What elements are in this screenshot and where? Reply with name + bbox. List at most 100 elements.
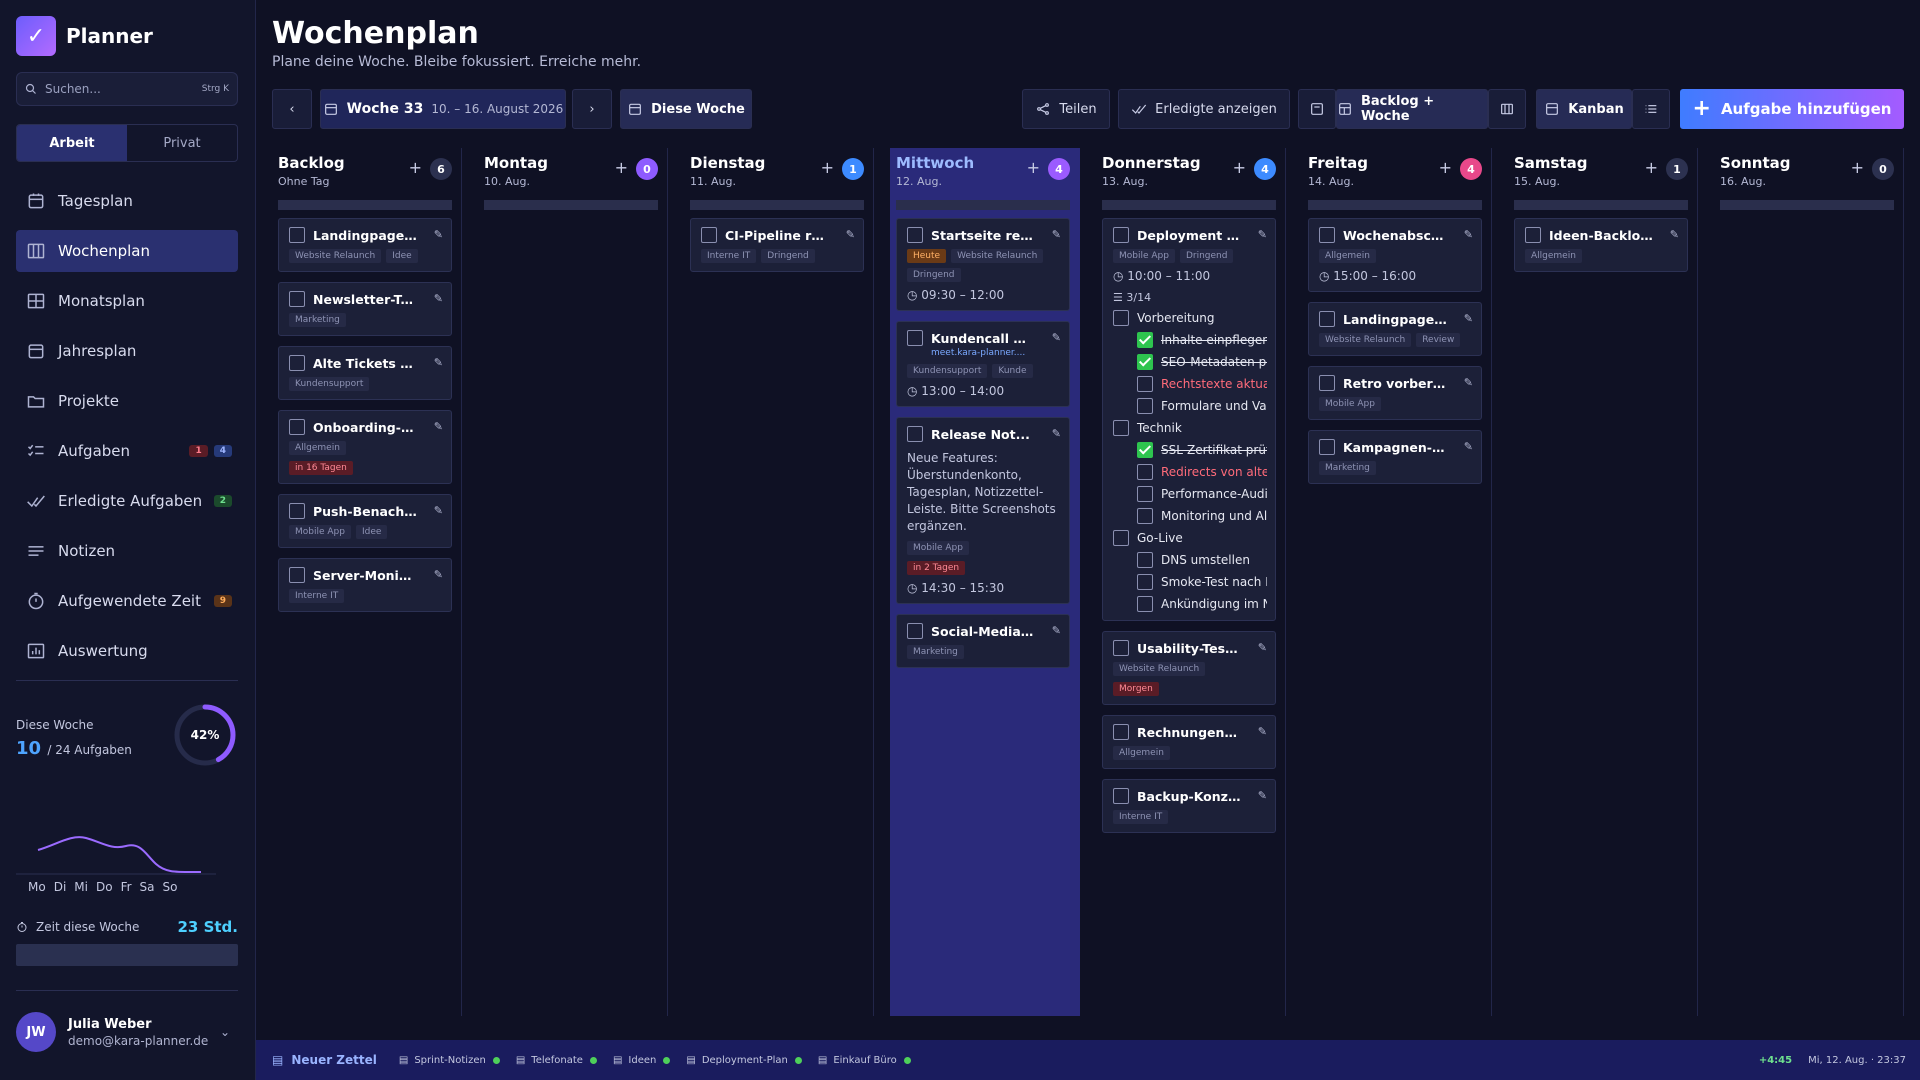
edit-icon[interactable]: ✎ xyxy=(846,228,855,241)
task-card[interactable]: Ideen-Backlog a... ✎ Allgemein xyxy=(1514,218,1688,272)
task-card[interactable]: Push-Benachric... ✎ Mobile App Idee xyxy=(278,494,452,548)
subtask-checkbox[interactable] xyxy=(1113,310,1129,326)
subtask-item[interactable]: Vorbereitung xyxy=(1113,310,1267,326)
task-card[interactable]: Social-Media-Po... ✎ Marketing xyxy=(896,614,1070,668)
task-checkbox[interactable] xyxy=(289,419,305,435)
subtask-item[interactable]: Go-Live xyxy=(1113,530,1267,546)
meeting-link[interactable]: meet.kara-planner.... xyxy=(931,348,1061,358)
column-dropzone[interactable] xyxy=(690,200,864,210)
subtask-checkbox[interactable] xyxy=(1137,332,1153,348)
sidebar-item-erledigte-aufgaben[interactable]: Erledigte Aufgaben 2 xyxy=(16,480,238,522)
sidebar-item-wochenplan[interactable]: Wochenplan xyxy=(16,230,238,272)
task-checkbox[interactable] xyxy=(289,567,305,583)
task-checkbox[interactable] xyxy=(1319,439,1335,455)
task-card[interactable]: Alte Tickets arc... ✎ Kundensupport xyxy=(278,346,452,400)
edit-icon[interactable]: ✎ xyxy=(1464,440,1473,453)
add-to-column-button[interactable]: + xyxy=(1851,158,1864,177)
edit-icon[interactable]: ✎ xyxy=(1258,228,1267,241)
sidebar-item-aufgaben[interactable]: Aufgaben 1 4 xyxy=(16,430,238,472)
subtask-checkbox[interactable] xyxy=(1137,354,1153,370)
note-tab[interactable]: ▤ Deployment-Plan xyxy=(686,1055,802,1066)
subtask-checkbox[interactable] xyxy=(1113,420,1129,436)
edit-icon[interactable]: ✎ xyxy=(1052,228,1061,241)
user-profile[interactable]: JW Julia Weber demo@kara-planner.de ⌄ xyxy=(16,1012,238,1052)
subtask-item[interactable]: DNS umstellen xyxy=(1113,552,1267,568)
column-dropzone[interactable] xyxy=(896,200,1070,210)
task-checkbox[interactable] xyxy=(289,355,305,371)
task-checkbox[interactable] xyxy=(907,426,923,442)
task-checkbox[interactable] xyxy=(1113,788,1129,804)
backlog-view-button[interactable] xyxy=(1298,89,1336,129)
column-dropzone[interactable] xyxy=(1514,200,1688,210)
add-to-column-button[interactable]: + xyxy=(1027,158,1040,177)
subtask-item[interactable]: Redirects von alten U xyxy=(1113,464,1267,480)
task-checkbox[interactable] xyxy=(1319,311,1335,327)
task-checkbox[interactable] xyxy=(701,227,717,243)
edit-icon[interactable]: ✎ xyxy=(1258,725,1267,738)
task-card[interactable]: Wochenabschlu... ✎ Allgemein ◷ 15:00 – 16… xyxy=(1308,218,1482,292)
subtask-checkbox[interactable] xyxy=(1137,464,1153,480)
add-to-column-button[interactable]: + xyxy=(615,158,628,177)
next-week-button[interactable]: › xyxy=(572,89,612,129)
task-card[interactable]: Release Not... ✎ Neue Features: Überstun… xyxy=(896,417,1070,604)
edit-icon[interactable]: ✎ xyxy=(434,356,443,369)
column-dropzone[interactable] xyxy=(1720,200,1894,210)
add-to-column-button[interactable]: + xyxy=(821,158,834,177)
subtask-checkbox[interactable] xyxy=(1137,552,1153,568)
subtask-item[interactable]: SSL-Zertifikat prüfer xyxy=(1113,442,1267,458)
task-card[interactable]: Kundencall Pfalz... ✎ meet.kara-planner.… xyxy=(896,321,1070,407)
subtask-checkbox[interactable] xyxy=(1137,398,1153,414)
task-checkbox[interactable] xyxy=(1113,227,1129,243)
kanban-view-button[interactable]: Kanban xyxy=(1536,89,1632,129)
task-card[interactable]: Retro vorbereiten ✎ Mobile App xyxy=(1308,366,1482,420)
task-card[interactable]: Startseite respo... ✎ Heute Website Relau… xyxy=(896,218,1070,311)
sidebar-item-notizen[interactable]: Notizen xyxy=(16,530,238,572)
column-dropzone[interactable] xyxy=(1308,200,1482,210)
task-checkbox[interactable] xyxy=(1113,640,1129,656)
task-card[interactable]: Newsletter-Tool ... ✎ Marketing xyxy=(278,282,452,336)
sidebar-item-aufgewendete-zeit[interactable]: Aufgewendete Zeit 9 xyxy=(16,580,238,622)
task-checkbox[interactable] xyxy=(907,227,923,243)
subtask-item[interactable]: Technik xyxy=(1113,420,1267,436)
subtask-item[interactable]: Performance-Audit r xyxy=(1113,486,1267,502)
edit-icon[interactable]: ✎ xyxy=(434,420,443,433)
task-card[interactable]: Landingpage A/... ✎ Website Relaunch Idee xyxy=(278,218,452,272)
task-card[interactable]: Deployment v2.4 ✎ Mobile App Dringend ◷ 10… xyxy=(1102,218,1276,621)
mode-privat[interactable]: Privat xyxy=(127,125,237,161)
backlog-week-view-button[interactable]: Backlog + Woche xyxy=(1336,89,1488,129)
subtask-item[interactable]: Ankündigung im Nev xyxy=(1113,596,1267,612)
sidebar-item-projekte[interactable]: Projekte xyxy=(16,380,238,422)
edit-icon[interactable]: ✎ xyxy=(1464,228,1473,241)
edit-icon[interactable]: ✎ xyxy=(434,504,443,517)
note-tab[interactable]: ▤ Sprint-Notizen xyxy=(399,1055,500,1066)
subtask-checkbox[interactable] xyxy=(1113,530,1129,546)
columns-view-button[interactable] xyxy=(1488,89,1526,129)
chevron-down-icon[interactable]: ⌄ xyxy=(220,1025,230,1039)
subtask-checkbox[interactable] xyxy=(1137,508,1153,524)
task-card[interactable]: Onboarding-Dok... ✎ Allgemein in 16 Tagen xyxy=(278,410,452,484)
sidebar-item-monatsplan[interactable]: Monatsplan xyxy=(16,280,238,322)
task-checkbox[interactable] xyxy=(1525,227,1541,243)
share-button[interactable]: Teilen xyxy=(1022,89,1110,129)
edit-icon[interactable]: ✎ xyxy=(434,292,443,305)
subtask-item[interactable]: Smoke-Test nach De xyxy=(1113,574,1267,590)
task-card[interactable]: Server-Monitori... ✎ Interne IT xyxy=(278,558,452,612)
note-tab[interactable]: ▤ Einkauf Büro xyxy=(818,1055,911,1066)
this-week-button[interactable]: Diese Woche xyxy=(620,89,752,129)
task-card[interactable]: Landingpage-Te... ✎ Website Relaunch Revi… xyxy=(1308,302,1482,356)
subtask-checkbox[interactable] xyxy=(1137,376,1153,392)
edit-icon[interactable]: ✎ xyxy=(1052,331,1061,344)
subtask-checkbox[interactable] xyxy=(1137,486,1153,502)
edit-icon[interactable]: ✎ xyxy=(434,228,443,241)
task-card[interactable]: Kampagnen-Aus... ✎ Marketing xyxy=(1308,430,1482,484)
task-card[interactable]: Backup-Konzept... ✎ Interne IT xyxy=(1102,779,1276,833)
subtask-checkbox[interactable] xyxy=(1137,442,1153,458)
column-dropzone[interactable] xyxy=(1102,200,1276,210)
week-selector[interactable]: Woche 33 10. – 16. August 2026 xyxy=(320,89,566,129)
subtask-item[interactable]: Rechtstexte aktualis xyxy=(1113,376,1267,392)
add-task-button[interactable]: + Aufgabe hinzufügen xyxy=(1680,89,1904,129)
add-to-column-button[interactable]: + xyxy=(1233,158,1246,177)
task-card[interactable]: Usability-Test d... ✎ Website Relaunch Mo… xyxy=(1102,631,1276,705)
edit-icon[interactable]: ✎ xyxy=(1258,641,1267,654)
column-dropzone[interactable] xyxy=(484,200,658,210)
